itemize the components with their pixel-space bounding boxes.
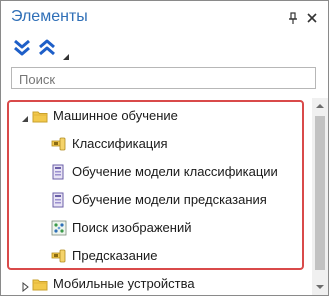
tree-item-label: Обучение модели классификации bbox=[72, 164, 278, 179]
vertical-scrollbar[interactable] bbox=[312, 98, 328, 295]
tree-item-classification[interactable]: Классификация bbox=[1, 131, 312, 157]
tree-group-label: Мобильные устройства bbox=[53, 276, 195, 291]
folder-icon bbox=[32, 276, 48, 292]
close-icon[interactable] bbox=[304, 10, 320, 26]
tree-item-prediction[interactable]: Предсказание bbox=[1, 243, 312, 269]
image-search-icon bbox=[51, 220, 67, 236]
prediction-icon bbox=[51, 248, 67, 264]
expand-all-icon[interactable] bbox=[12, 38, 32, 58]
tree-item-train-prediction-model[interactable]: Обучение модели предсказания bbox=[1, 187, 312, 213]
tree-item-train-classification-model[interactable]: Обучение модели классификации bbox=[1, 159, 312, 185]
elements-tree: Машинное обучение Классификация Обучение… bbox=[1, 98, 312, 295]
tree-item-label: Обучение модели предсказания bbox=[72, 192, 267, 207]
train-model-icon bbox=[51, 192, 67, 208]
dropdown-arrow-icon[interactable] bbox=[62, 48, 70, 60]
search-box bbox=[11, 67, 316, 89]
expanded-arrow-icon[interactable] bbox=[20, 112, 30, 122]
scroll-up-icon[interactable] bbox=[312, 98, 328, 114]
tree-item-label: Предсказание bbox=[72, 248, 158, 263]
scroll-down-icon[interactable] bbox=[312, 279, 328, 295]
panel-title: Элементы bbox=[11, 8, 88, 25]
collapsed-arrow-icon[interactable] bbox=[20, 280, 30, 293]
collapse-all-icon[interactable] bbox=[37, 38, 57, 58]
tree-item-label: Классификация bbox=[72, 136, 168, 151]
classification-icon bbox=[51, 136, 67, 152]
tree-item-image-search[interactable]: Поиск изображений bbox=[1, 215, 312, 241]
elements-panel: Элементы Поиск Машинное обучение Классиф… bbox=[0, 0, 329, 296]
pin-icon[interactable] bbox=[285, 10, 301, 26]
tree-group-label: Машинное обучение bbox=[53, 108, 178, 123]
tree-group-mobile-devices[interactable]: Мобильные устройства bbox=[1, 271, 312, 295]
tree-group-machine-learning[interactable]: Машинное обучение bbox=[1, 103, 312, 129]
folder-icon bbox=[32, 108, 48, 124]
tree-item-label: Поиск изображений bbox=[72, 220, 192, 235]
scrollbar-thumb[interactable] bbox=[315, 116, 325, 270]
search-input[interactable] bbox=[12, 69, 309, 88]
train-model-icon bbox=[51, 164, 67, 180]
